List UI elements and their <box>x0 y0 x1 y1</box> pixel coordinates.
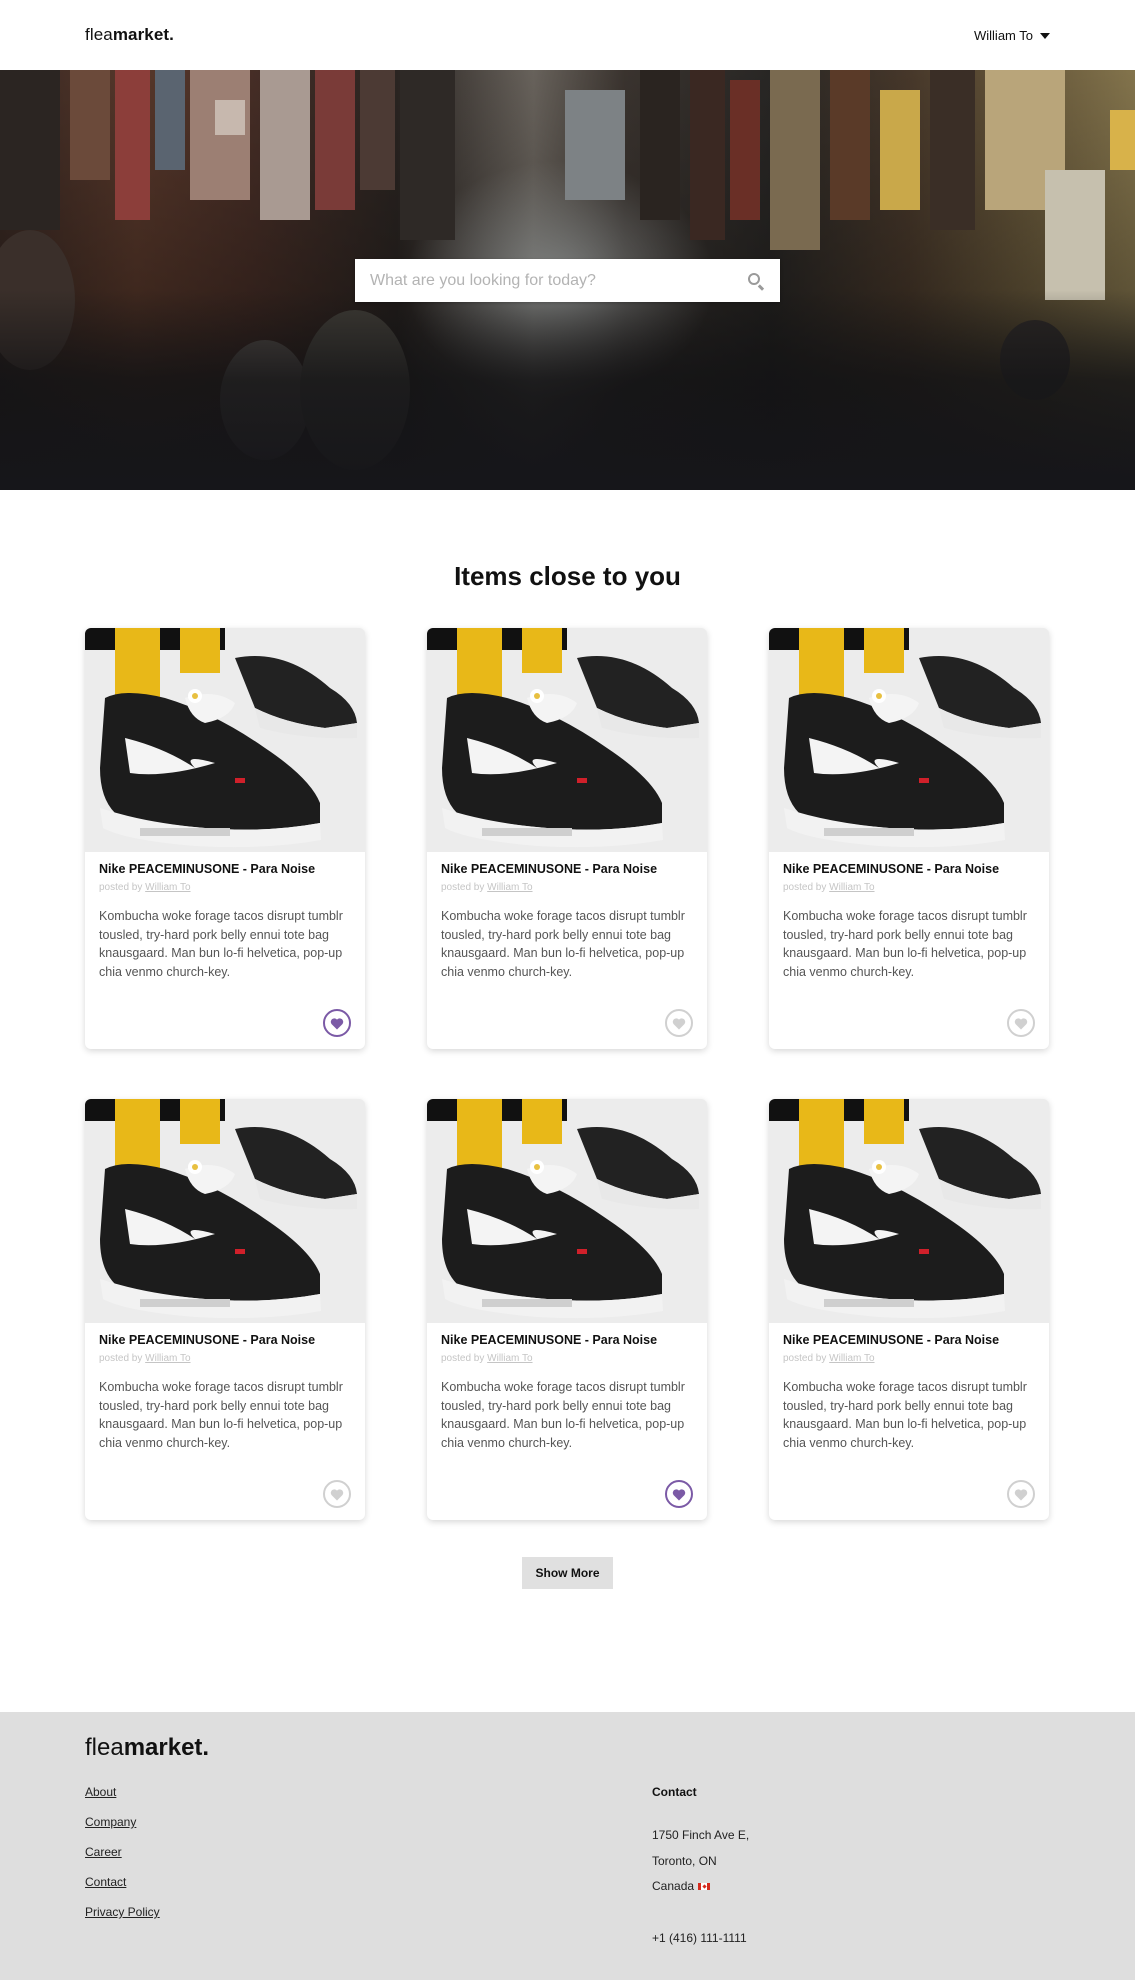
item-card-body: Nike PEACEMINUSONE - Para Noise posted b… <box>85 1323 365 1452</box>
posted-by-label: posted by <box>441 1353 485 1364</box>
hero-overlay <box>0 290 1135 490</box>
address-country: Canada <box>652 1879 695 1894</box>
items-grid: Nike PEACEMINUSONE - Para Noise posted b… <box>0 628 1135 1520</box>
favorite-button[interactable] <box>323 1480 351 1508</box>
show-more-button[interactable]: Show More <box>522 1557 613 1589</box>
chevron-down-icon <box>1040 32 1050 39</box>
item-card-body: Nike PEACEMINUSONE - Para Noise posted b… <box>427 1323 707 1452</box>
author-link[interactable]: William To <box>145 1353 190 1364</box>
user-menu[interactable]: William To <box>974 28 1050 43</box>
item-title[interactable]: Nike PEACEMINUSONE - Para Noise <box>99 1332 351 1349</box>
item-title[interactable]: Nike PEACEMINUSONE - Para Noise <box>99 861 351 878</box>
brand-logo[interactable]: fleamarket. <box>85 25 174 45</box>
posted-by-label: posted by <box>99 882 143 893</box>
favorite-button[interactable] <box>1007 1480 1035 1508</box>
item-card[interactable]: Nike PEACEMINUSONE - Para Noise posted b… <box>427 628 707 1049</box>
footer: fleamarket. About Company Career Contact… <box>0 1712 1135 1980</box>
item-card-body: Nike PEACEMINUSONE - Para Noise posted b… <box>769 852 1049 981</box>
favorite-button[interactable] <box>323 1009 351 1037</box>
item-description: Kombucha woke forage tacos disrupt tumbl… <box>99 1380 343 1450</box>
search-bar <box>355 259 780 302</box>
footer-links: About Company Career Contact Privacy Pol… <box>85 1785 652 1951</box>
item-image[interactable] <box>769 628 1049 852</box>
item-description: Kombucha woke forage tacos disrupt tumbl… <box>441 909 685 979</box>
item-title[interactable]: Nike PEACEMINUSONE - Para Noise <box>441 861 693 878</box>
address-line-1: 1750 Finch Ave E, <box>652 1823 749 1849</box>
item-meta: posted by William To <box>441 1353 693 1366</box>
heart-icon <box>1014 1488 1028 1501</box>
item-description: Kombucha woke forage tacos disrupt tumbl… <box>441 1380 685 1450</box>
item-title[interactable]: Nike PEACEMINUSONE - Para Noise <box>441 1332 693 1349</box>
footer-link-company[interactable]: Company <box>85 1815 652 1845</box>
item-card-body: Nike PEACEMINUSONE - Para Noise posted b… <box>85 852 365 981</box>
item-description: Kombucha woke forage tacos disrupt tumbl… <box>783 1380 1027 1450</box>
footer-link-about[interactable]: About <box>85 1785 652 1815</box>
item-image[interactable] <box>769 1099 1049 1323</box>
item-image[interactable] <box>85 1099 365 1323</box>
phone-text: +1 (416) 111-1111 <box>652 1930 747 1945</box>
item-meta: posted by William To <box>783 1353 1035 1366</box>
heart-icon <box>330 1488 344 1501</box>
footer-link-privacy-policy[interactable]: Privacy Policy <box>85 1905 652 1935</box>
item-description: Kombucha woke forage tacos disrupt tumbl… <box>99 909 343 979</box>
author-link[interactable]: William To <box>487 882 532 893</box>
item-image[interactable] <box>85 628 365 852</box>
item-card[interactable]: Nike PEACEMINUSONE - Para Noise posted b… <box>427 1099 707 1520</box>
item-meta: posted by William To <box>441 882 693 895</box>
heart-icon <box>672 1017 686 1030</box>
item-title[interactable]: Nike PEACEMINUSONE - Para Noise <box>783 1332 1035 1349</box>
hero-banner <box>0 70 1135 490</box>
logo-light-text: flea <box>85 25 113 44</box>
footer-logo-bold-text: market. <box>123 1734 210 1761</box>
heart-icon <box>672 1488 686 1501</box>
author-link[interactable]: William To <box>829 1353 874 1364</box>
item-title[interactable]: Nike PEACEMINUSONE - Para Noise <box>783 861 1035 878</box>
item-card[interactable]: Nike PEACEMINUSONE - Para Noise posted b… <box>769 628 1049 1049</box>
heart-icon <box>1014 1017 1028 1030</box>
search-icon[interactable] <box>747 272 765 290</box>
footer-logo-light-text: flea <box>85 1734 124 1761</box>
item-card[interactable]: Nike PEACEMINUSONE - Para Noise posted b… <box>85 628 365 1049</box>
search-input[interactable] <box>370 271 747 290</box>
author-link[interactable]: William To <box>829 882 874 893</box>
user-name: William To <box>974 27 1033 43</box>
contact-heading: Contact <box>652 1785 697 1799</box>
top-nav: fleamarket. William To <box>0 0 1135 70</box>
item-image[interactable] <box>427 628 707 852</box>
item-meta: posted by William To <box>99 1353 351 1366</box>
author-link[interactable]: William To <box>145 882 190 893</box>
canada-flag-icon <box>698 1883 711 1891</box>
posted-by-label: posted by <box>441 882 485 893</box>
footer-logo[interactable]: fleamarket. <box>85 1733 1050 1763</box>
posted-by-label: posted by <box>783 882 827 893</box>
phone-number: +1 (416) 111-1111 <box>652 1926 749 1952</box>
footer-columns: About Company Career Contact Privacy Pol… <box>85 1785 1050 1951</box>
address-street: 1750 Finch Ave E, <box>652 1828 750 1843</box>
favorite-button[interactable] <box>665 1009 693 1037</box>
address-city: Toronto, ON <box>652 1853 717 1868</box>
footer-link-career[interactable]: Career <box>85 1845 652 1875</box>
item-card[interactable]: Nike PEACEMINUSONE - Para Noise posted b… <box>769 1099 1049 1520</box>
section-title: Items close to you <box>454 561 681 591</box>
item-image[interactable] <box>427 1099 707 1323</box>
address-line-2: Toronto, ON <box>652 1849 749 1875</box>
item-meta: posted by William To <box>783 882 1035 895</box>
contact-info: Contact 1750 Finch Ave E, Toronto, ON Ca… <box>652 1785 749 1951</box>
favorite-button[interactable] <box>1007 1009 1035 1037</box>
posted-by-label: posted by <box>783 1353 827 1364</box>
item-card-body: Nike PEACEMINUSONE - Para Noise posted b… <box>427 852 707 981</box>
heart-icon <box>330 1017 344 1030</box>
item-card[interactable]: Nike PEACEMINUSONE - Para Noise posted b… <box>85 1099 365 1520</box>
show-more-container: Show More <box>0 1557 1135 1589</box>
favorite-button[interactable] <box>665 1480 693 1508</box>
footer-link-contact[interactable]: Contact <box>85 1875 652 1905</box>
item-card-body: Nike PEACEMINUSONE - Para Noise posted b… <box>769 1323 1049 1452</box>
posted-by-label: posted by <box>99 1353 143 1364</box>
address-line-3: Canada <box>652 1874 749 1900</box>
item-meta: posted by William To <box>99 882 351 895</box>
logo-bold-text: market. <box>112 25 174 44</box>
author-link[interactable]: William To <box>487 1353 532 1364</box>
item-description: Kombucha woke forage tacos disrupt tumbl… <box>783 909 1027 979</box>
